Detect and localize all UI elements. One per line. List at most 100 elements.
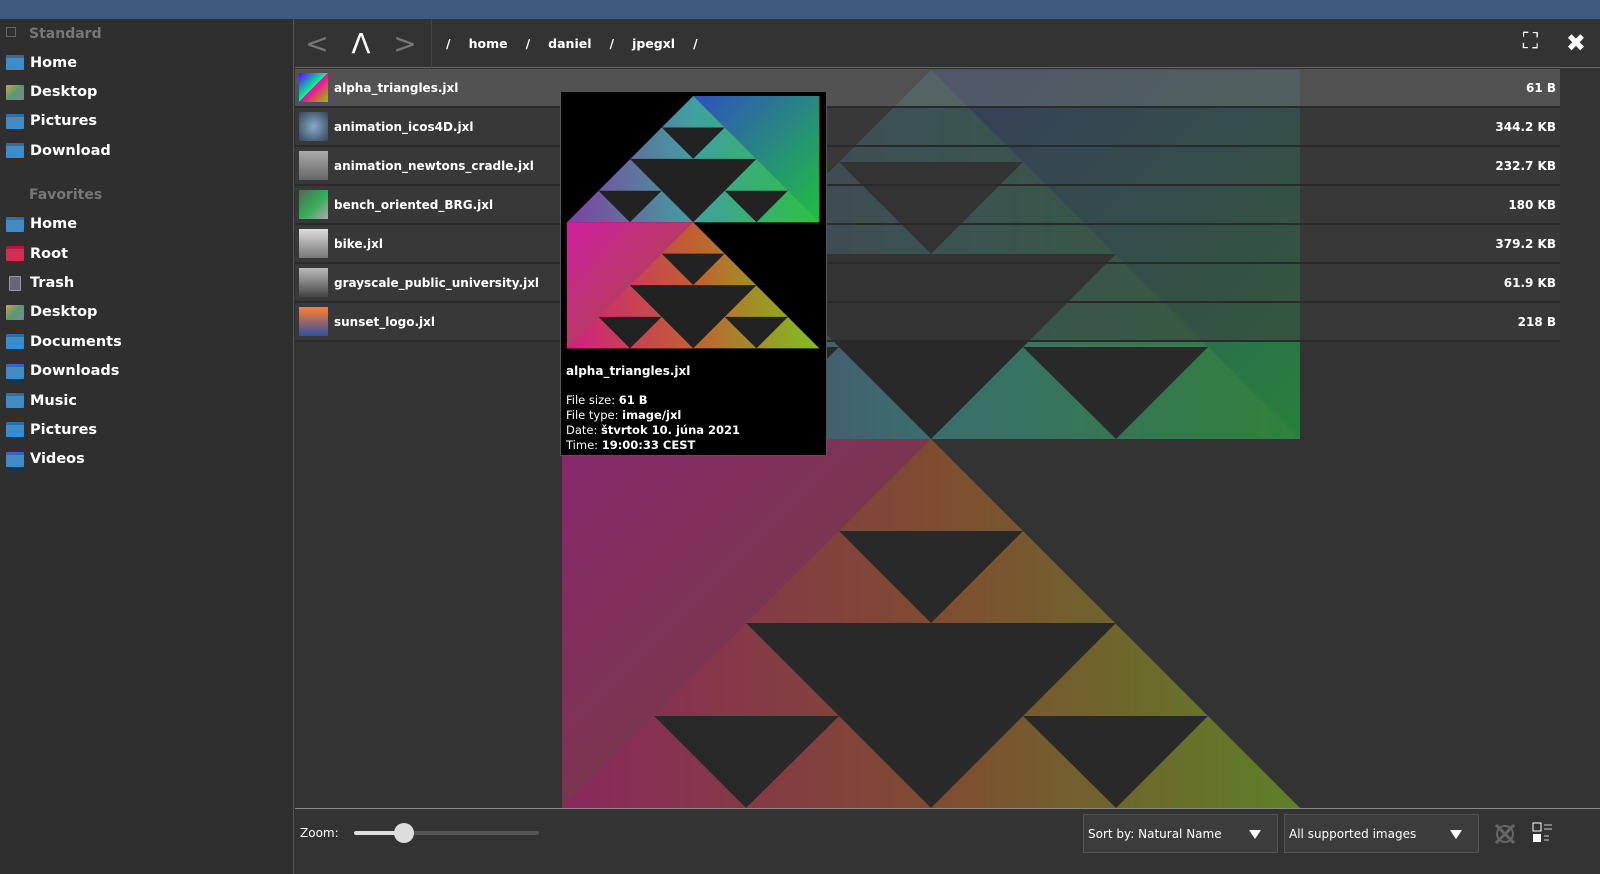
sidebar-item-downloads[interactable]: Downloads — [0, 357, 293, 386]
file-name: animation_newtons_cradle.jxl — [334, 158, 534, 173]
filter-dropdown[interactable]: All supported images — [1284, 814, 1479, 853]
file-time: 19:00:33 CEST — [601, 438, 696, 452]
toolbar: < Λ > / home / daniel / jpegxl / ⛶ ✖ — [295, 18, 1600, 68]
file-date: štvrtok 10. júna 2021 — [601, 423, 741, 437]
file-row[interactable]: animation_icos4D.jxl 344.2 KB — [295, 108, 1560, 147]
sort-value: Sort by: Natural Name — [1088, 826, 1222, 841]
sidebar-item-label: Desktop — [30, 84, 98, 101]
sidebar-item-documents[interactable]: Documents — [0, 327, 293, 356]
breadcrumb-separator[interactable]: / — [610, 36, 615, 51]
desktop-icon — [6, 304, 24, 320]
folder-icon — [6, 334, 24, 350]
sidebar-item-download[interactable]: Download — [0, 136, 293, 165]
chevron-down-icon — [1249, 830, 1261, 839]
folder-pictures-icon — [6, 113, 24, 129]
file-size: 61 B — [618, 393, 648, 407]
breadcrumb: / home / daniel / jpegxl / — [446, 36, 716, 51]
file-row[interactable]: grayscale_public_university.jxl 61.9 KB — [295, 264, 1560, 303]
slider-handle[interactable] — [393, 823, 414, 843]
folder-home-icon — [6, 216, 24, 232]
sidebar-item-label: Pictures — [30, 113, 98, 130]
sidebar-item-pictures[interactable]: Pictures — [0, 107, 293, 136]
section-standard: Standard — [0, 19, 293, 48]
folder-home-icon — [6, 55, 24, 71]
zoom-label: Zoom: — [300, 826, 339, 840]
file-row[interactable]: alpha_triangles.jxl 61 B — [295, 69, 1560, 108]
file-size: 232.7 KB — [1495, 158, 1556, 173]
divider — [431, 18, 432, 68]
forward-button[interactable]: > — [383, 27, 427, 60]
file-type: image/jxl — [622, 408, 682, 422]
label: Date: — [566, 423, 598, 437]
label: Time: — [566, 438, 599, 452]
folder-icon — [6, 451, 24, 467]
folder-icon — [6, 143, 24, 159]
sidebar: Standard Home Desktop Pictures Download Fav… — [0, 19, 294, 874]
main-panel: < Λ > / home / daniel / jpegxl / ⛶ ✖ alp… — [295, 18, 1600, 874]
chevron-down-icon — [1450, 830, 1462, 839]
file-size: 180 KB — [1508, 197, 1556, 212]
sidebar-item-home[interactable]: Home — [0, 48, 293, 77]
sidebar-item-music[interactable]: Music — [0, 386, 293, 415]
sidebar-item-trash[interactable]: Trash — [0, 268, 293, 297]
breadcrumb-separator[interactable]: / — [526, 36, 531, 51]
view-mode-icon[interactable] — [1532, 822, 1554, 844]
file-size: 61.9 KB — [1503, 275, 1556, 290]
sidebar-item-videos[interactable]: Videos — [0, 445, 293, 474]
folder-root-icon — [6, 246, 24, 262]
breadcrumb-separator[interactable]: / — [446, 36, 451, 51]
section-label: Standard — [29, 25, 102, 42]
sidebar-item-label: Downloads — [30, 363, 120, 380]
section-label: Favorites — [29, 187, 103, 204]
trash-icon — [9, 275, 21, 291]
sidebar-item-home[interactable]: Home — [0, 210, 293, 239]
sidebar-item-label: Pictures — [30, 421, 98, 438]
file-thumbnail — [299, 73, 328, 102]
sidebar-item-label: Music — [30, 392, 77, 409]
sidebar-item-desktop[interactable]: Desktop — [0, 77, 293, 106]
file-thumbnail — [299, 190, 328, 219]
file-thumbnail — [299, 268, 328, 297]
tooltip-meta: File size: 61 B File type: image/jxl Dat… — [566, 393, 740, 453]
file-list: alpha_triangles.jxl 61 B animation_icos4D.… — [295, 69, 1600, 808]
tooltip-title: alpha_triangles.jxl — [566, 364, 691, 378]
file-tooltip: alpha_triangles.jxl File size: 61 B File… — [560, 91, 827, 456]
sidebar-item-label: Videos — [30, 451, 85, 468]
file-size: 218 B — [1517, 314, 1556, 329]
file-name: animation_icos4D.jxl — [334, 119, 474, 134]
close-icon[interactable]: ✖ — [1566, 29, 1586, 57]
breadcrumb-jpegxl[interactable]: jpegxl — [632, 36, 675, 51]
breadcrumb-separator[interactable]: / — [693, 36, 698, 51]
zoom-slider[interactable] — [353, 823, 539, 843]
file-row[interactable]: bike.jxl 379.2 KB — [295, 225, 1560, 264]
file-row[interactable]: sunset_logo.jxl 218 B — [295, 303, 1560, 342]
thumbnails-disabled-icon[interactable] — [1493, 822, 1517, 846]
sidebar-item-root[interactable]: Root — [0, 239, 293, 268]
sidebar-item-label: Download — [30, 142, 111, 159]
sidebar-item-label: Home — [30, 54, 78, 71]
sidebar-item-pictures[interactable]: Pictures — [0, 415, 293, 444]
file-size: 61 B — [1525, 80, 1556, 95]
file-row[interactable]: animation_newtons_cradle.jxl 232.7 KB — [295, 147, 1560, 186]
file-row[interactable]: bench_oriented_BRG.jxl 180 KB — [295, 186, 1560, 225]
label: File type: — [566, 408, 619, 422]
section-favorites: Favorites — [0, 181, 293, 210]
breadcrumb-daniel[interactable]: daniel — [548, 36, 591, 51]
bottom-bar: Zoom: Sort by: Natural Name All supporte… — [295, 808, 1600, 857]
title-bar — [0, 0, 1600, 19]
sidebar-item-desktop[interactable]: Desktop — [0, 298, 293, 327]
tooltip-thumbnail — [567, 96, 820, 349]
back-button[interactable]: < — [295, 27, 339, 60]
filter-value: All supported images — [1289, 826, 1417, 841]
up-button[interactable]: Λ — [339, 27, 383, 60]
file-thumbnail — [299, 307, 328, 336]
breadcrumb-home[interactable]: home — [469, 36, 508, 51]
file-name: bike.jxl — [334, 236, 384, 251]
sort-dropdown[interactable]: Sort by: Natural Name — [1083, 814, 1278, 853]
sidebar-item-label: Root — [30, 245, 69, 262]
file-thumbnail — [299, 151, 328, 180]
section-icon — [6, 27, 16, 37]
file-name: bench_oriented_BRG.jxl — [334, 197, 494, 212]
file-size: 344.2 KB — [1495, 119, 1556, 134]
fullscreen-icon[interactable]: ⛶ — [1523, 29, 1538, 54]
